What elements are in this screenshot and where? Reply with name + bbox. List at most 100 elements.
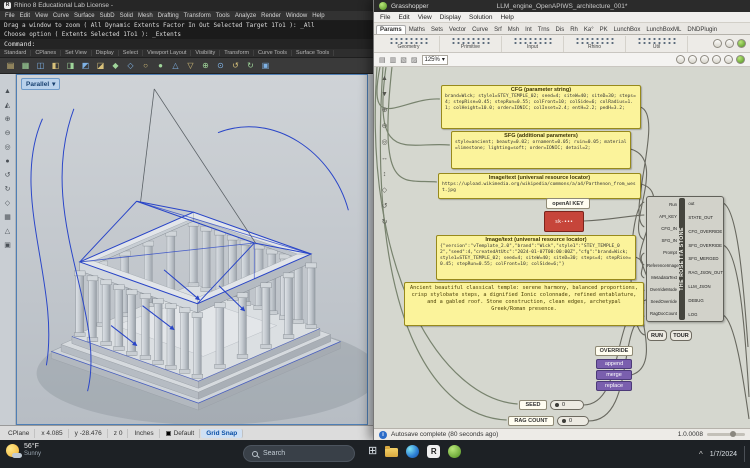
taskbar-search[interactable]: Search <box>243 445 355 462</box>
rosetta-input[interactable]: ReferenceImageUrl <box>647 263 679 268</box>
rhino-menu-item[interactable]: Surface <box>74 13 95 19</box>
view-button-icon[interactable] <box>676 55 685 64</box>
category-tab[interactable]: Sets <box>428 26 446 34</box>
toolbar-tab[interactable]: Viewport Layout <box>143 50 191 56</box>
grasshopper-canvas[interactable]: ▲▼⊕⊖◎↔↕◇↺↻ CFG (parameter string) brand=… <box>374 67 750 428</box>
category-tab[interactable]: Ka° <box>581 26 597 34</box>
file-tool-icon[interactable]: ▧ <box>400 56 407 64</box>
rhino-menu-item[interactable]: Help <box>312 13 324 19</box>
rag-count-label[interactable]: RAG COUNT <box>508 416 554 426</box>
rhino-menu-item[interactable]: Transform <box>184 13 211 19</box>
rosetta-input[interactable]: RagDocCount <box>647 311 679 316</box>
rosetta-input[interactable]: API_KEY <box>647 214 679 219</box>
cfg-panel[interactable]: CFG (parameter string) brand=Wick; style… <box>441 85 641 129</box>
toolbar-icon[interactable]: ▤ <box>4 59 17 72</box>
rosetta-output[interactable]: DEBUG <box>685 298 723 303</box>
ribbon-group[interactable]: Util <box>626 36 688 52</box>
active-layer[interactable]: Default <box>161 429 201 438</box>
nav-tool-icon[interactable]: ◎ <box>381 139 387 146</box>
rosetta-stone-component[interactable]: RunAPI_KEYCFG_INSFG_INPromptReferenceIma… <box>646 196 724 322</box>
units-indicator[interactable]: Inches <box>129 429 159 438</box>
display-toggle-icon[interactable] <box>725 39 734 48</box>
component-icons-grid[interactable] <box>637 37 677 44</box>
grasshopper-taskbar-icon[interactable] <box>448 445 461 458</box>
rhino-menu-item[interactable]: File <box>5 13 15 19</box>
side-tool-icon[interactable]: ● <box>5 158 9 165</box>
metadata-json-panel[interactable]: Image/text (universal resource locator) … <box>436 235 636 280</box>
rosetta-output[interactable]: LLM_JSON <box>685 284 723 289</box>
value-list-option[interactable]: merge <box>596 370 632 380</box>
rosetta-input[interactable]: OverrideMode <box>647 287 679 292</box>
category-tab[interactable]: Msh <box>505 26 522 34</box>
rhino-menu-item[interactable]: Curve <box>53 13 69 19</box>
rhino-menu-item[interactable]: Solid <box>120 13 133 19</box>
nav-tool-icon[interactable]: ⊕ <box>382 107 388 114</box>
zoom-control[interactable]: 125% ▾ <box>422 55 448 65</box>
toolbar-icon[interactable]: ▣ <box>259 59 272 72</box>
component-icons-grid[interactable] <box>575 37 615 44</box>
rosetta-output[interactable]: CFG_OVERRIDE <box>685 229 723 234</box>
toolbar-icon[interactable]: ▽ <box>184 59 197 72</box>
nav-tool-icon[interactable]: ◇ <box>382 187 387 194</box>
rhino-viewport[interactable]: Parallel ▾ <box>16 74 368 425</box>
category-tab[interactable]: LunchBoxML <box>643 26 684 34</box>
nav-tool-icon[interactable]: ▼ <box>381 91 388 98</box>
rosetta-output[interactable]: out <box>685 201 723 206</box>
openai-key-label[interactable]: openAI KEY <box>546 198 590 209</box>
prompt-panel[interactable]: Ancient beautiful classical temple: sere… <box>404 282 644 326</box>
nav-tool-icon[interactable]: ↻ <box>382 219 388 226</box>
side-tool-icon[interactable]: ⊖ <box>5 130 11 137</box>
rosetta-input[interactable]: Prompt <box>647 250 679 255</box>
sfg-panel[interactable]: SFG (additional parameters) style=ancien… <box>451 131 631 169</box>
grid-snap-toggle[interactable]: Grid Snap <box>201 429 243 438</box>
cplane-toggle[interactable]: CPlane <box>3 429 35 438</box>
toolbar-icon[interactable]: ◫ <box>34 59 47 72</box>
ribbon-group[interactable]: Primitive <box>440 36 502 52</box>
toolbar-icon[interactable]: ○ <box>139 59 152 72</box>
grasshopper-ball-icon[interactable] <box>736 55 745 64</box>
side-tool-icon[interactable]: ⊕ <box>5 116 11 123</box>
rosetta-input[interactable]: Run <box>647 202 679 207</box>
rosetta-input[interactable]: SeedOverride <box>647 299 679 304</box>
value-list-option[interactable]: replace <box>596 381 632 391</box>
rhino-menu-item[interactable]: SubD <box>100 13 115 19</box>
rhino-command-input[interactable]: Command: <box>0 39 397 49</box>
weather-widget[interactable]: 56°F Sunny <box>6 443 41 458</box>
view-button-icon[interactable] <box>700 55 709 64</box>
value-list-option[interactable]: append <box>596 359 632 369</box>
toolbar-icon[interactable]: ↺ <box>229 59 242 72</box>
toolbar-tab[interactable]: Curve Tools <box>254 50 292 56</box>
toolbar-icon[interactable]: ◩ <box>79 59 92 72</box>
category-tab[interactable]: Trns <box>535 26 553 34</box>
rhino-menu-item[interactable]: Mesh <box>138 13 153 19</box>
grasshopper-ball-icon[interactable] <box>737 39 746 48</box>
toolbar-icon[interactable]: ↻ <box>244 59 257 72</box>
view-button-icon[interactable] <box>712 55 721 64</box>
side-tool-icon[interactable]: ◇ <box>5 200 10 207</box>
rosetta-input[interactable]: MetadataText <box>647 275 679 280</box>
seed-label[interactable]: SEED <box>519 400 547 410</box>
grasshopper-menu-item[interactable]: Solution <box>469 14 493 21</box>
api-key-panel[interactable]: sk-••• <box>544 211 584 232</box>
view-button-icon[interactable] <box>724 55 733 64</box>
toolbar-tab[interactable]: Display <box>92 50 119 56</box>
category-tab[interactable]: Vector <box>446 26 469 34</box>
slider-knob-icon[interactable] <box>562 419 566 423</box>
side-tool-icon[interactable]: ◭ <box>5 102 10 109</box>
toolbar-tab[interactable]: Visibility <box>191 50 220 56</box>
grasshopper-menu-item[interactable]: File <box>380 14 390 21</box>
file-tool-icon[interactable]: ▨ <box>411 56 418 64</box>
ribbon-group[interactable]: Rhino <box>564 36 626 52</box>
rag-count-slider[interactable]: 0 <box>557 416 589 426</box>
category-tab[interactable]: Params <box>376 25 406 34</box>
nav-tool-icon[interactable]: ↺ <box>382 203 388 210</box>
toolbar-icon[interactable]: ▦ <box>19 59 32 72</box>
rhino-menu-item[interactable]: Tools <box>216 13 230 19</box>
rosetta-output[interactable]: SFG_MERGED <box>685 256 723 261</box>
grasshopper-menu-item[interactable]: Edit <box>398 14 409 21</box>
rosetta-output[interactable]: LOG <box>685 312 723 317</box>
side-tool-icon[interactable]: △ <box>5 228 10 235</box>
rhino-menu-item[interactable]: Window <box>286 13 307 19</box>
side-tool-icon[interactable]: ▦ <box>4 214 11 221</box>
taskbar-date[interactable]: 1/7/2024 <box>710 451 737 458</box>
